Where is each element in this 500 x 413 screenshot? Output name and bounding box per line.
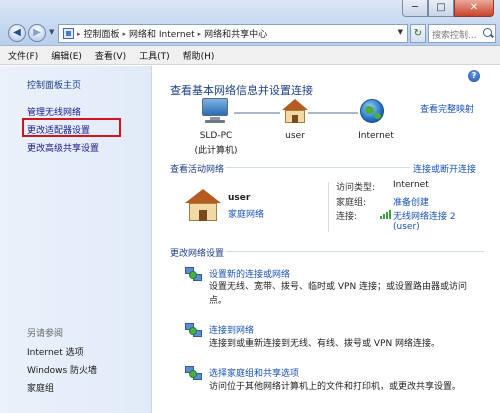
change-advanced-sharing-link[interactable]: 更改高级共享设置 bbox=[27, 141, 99, 154]
address-bar[interactable]: ▸ 控制面板 ▸ 网络和 Internet ▸ 网络和共享中心 ▼ bbox=[58, 24, 408, 43]
menu-view[interactable]: 查看(V) bbox=[95, 49, 126, 62]
refresh-icon: ↻ bbox=[413, 28, 423, 39]
menu-tools[interactable]: 工具(T) bbox=[139, 49, 170, 62]
search-icon[interactable] bbox=[483, 28, 492, 37]
new-connection-icon bbox=[185, 265, 203, 283]
internet-options-link[interactable]: Internet 选项 bbox=[27, 345, 84, 358]
home-network-icon[interactable] bbox=[282, 99, 308, 123]
homegroup-sharing-desc: 访问位于其他网络计算机上的文件和打印机，或更改共享设置。 bbox=[209, 382, 462, 392]
close-button[interactable]: ✕ bbox=[454, 0, 494, 17]
computer-name: SLD-PC bbox=[199, 131, 233, 141]
address-dropdown-icon[interactable]: ▼ bbox=[398, 28, 403, 36]
minimize-button[interactable]: ─ bbox=[402, 0, 428, 17]
active-network-name: user bbox=[228, 193, 251, 203]
vertical-divider bbox=[328, 182, 329, 232]
see-also-heading: 另请参阅 bbox=[27, 329, 64, 339]
windows-firewall-link[interactable]: Windows 防火墙 bbox=[27, 363, 97, 376]
menu-edit[interactable]: 编辑(E) bbox=[51, 49, 82, 62]
recent-pages-dropdown-icon[interactable]: ▼ bbox=[49, 28, 54, 36]
see-full-map-link[interactable]: 查看完整映射 bbox=[420, 102, 474, 115]
connection-line bbox=[234, 112, 280, 114]
homegroup-status-link[interactable]: 准备创建 bbox=[393, 195, 429, 208]
connection-line bbox=[308, 112, 358, 114]
menu-bar: 文件(F) 编辑(E) 查看(V) 工具(T) 帮助(H) bbox=[0, 46, 500, 65]
window-controls: ─ □ ✕ bbox=[402, 0, 494, 17]
breadcrumb-separator[interactable]: ▸ bbox=[77, 30, 81, 38]
highlight-box bbox=[22, 118, 121, 137]
active-networks-heading: 查看活动网络 bbox=[170, 165, 225, 175]
breadcrumb-separator[interactable]: ▸ bbox=[123, 30, 127, 38]
connect-to-network-link[interactable]: 连接到网络 bbox=[209, 323, 254, 336]
forward-button[interactable]: ▶ bbox=[28, 24, 46, 42]
breadcrumb-network-sharing-center[interactable]: 网络和共享中心 bbox=[204, 27, 267, 40]
connect-disconnect-link[interactable]: 连接或断开连接 bbox=[413, 162, 476, 175]
internet-label: Internet bbox=[358, 131, 394, 141]
wireless-connection-ssid[interactable]: (user) bbox=[393, 222, 420, 232]
control-panel-icon bbox=[63, 28, 74, 39]
control-panel-home-link[interactable]: 控制面板主页 bbox=[27, 78, 81, 91]
breadcrumb-separator[interactable]: ▸ bbox=[198, 30, 202, 38]
connections-label: 连接: bbox=[336, 212, 358, 222]
homegroup-link[interactable]: 家庭组 bbox=[27, 381, 54, 394]
internet-globe-icon[interactable] bbox=[360, 99, 384, 123]
section-divider bbox=[226, 251, 484, 252]
network-location-type-link[interactable]: 家庭网络 bbox=[228, 207, 264, 220]
homegroup-label: 家庭组: bbox=[336, 198, 367, 208]
connect-to-network-desc: 连接到或重新连接到无线、有线、拨号或 VPN 网络连接。 bbox=[209, 339, 441, 349]
breadcrumb-network-internet[interactable]: 网络和 Internet bbox=[129, 27, 195, 40]
computer-icon[interactable] bbox=[200, 98, 230, 124]
wireless-signal-icon bbox=[380, 210, 391, 219]
connect-to-network-icon bbox=[185, 321, 203, 339]
back-button[interactable]: ◀ bbox=[8, 24, 26, 42]
network-name-label: user bbox=[285, 131, 305, 141]
page-title: 查看基本网络信息并设置连接 bbox=[170, 84, 313, 97]
breadcrumb-control-panel[interactable]: 控制面板 bbox=[84, 27, 120, 40]
maximize-button[interactable]: □ bbox=[428, 0, 454, 17]
setup-new-connection-link[interactable]: 设置新的连接或网络 bbox=[209, 267, 290, 280]
menu-help[interactable]: 帮助(H) bbox=[183, 49, 215, 62]
network-icon[interactable] bbox=[185, 189, 221, 221]
homegroup-sharing-link[interactable]: 选择家庭组和共享选项 bbox=[209, 366, 299, 379]
help-icon[interactable]: ? bbox=[468, 70, 480, 82]
setup-new-connection-desc: 设置无线、宽带、拨号、临时或 VPN 连接；或设置路由器或访问点。 bbox=[209, 282, 468, 306]
access-type-label: 访问类型: bbox=[336, 183, 376, 193]
section-divider bbox=[226, 167, 410, 168]
refresh-button[interactable]: ↻ bbox=[410, 24, 426, 43]
manage-wireless-networks-link[interactable]: 管理无线网络 bbox=[27, 105, 81, 118]
menu-file[interactable]: 文件(F) bbox=[8, 49, 38, 62]
search-placeholder: 搜索控制... bbox=[432, 31, 477, 41]
homegroup-sharing-icon bbox=[185, 364, 203, 382]
access-type-value: Internet bbox=[393, 180, 429, 190]
change-settings-heading: 更改网络设置 bbox=[170, 249, 225, 259]
search-input[interactable]: 搜索控制... bbox=[428, 24, 496, 43]
wireless-connection-link[interactable]: 无线网络连接 2 bbox=[393, 209, 456, 222]
computer-sub-label: (此计算机) bbox=[194, 146, 238, 156]
